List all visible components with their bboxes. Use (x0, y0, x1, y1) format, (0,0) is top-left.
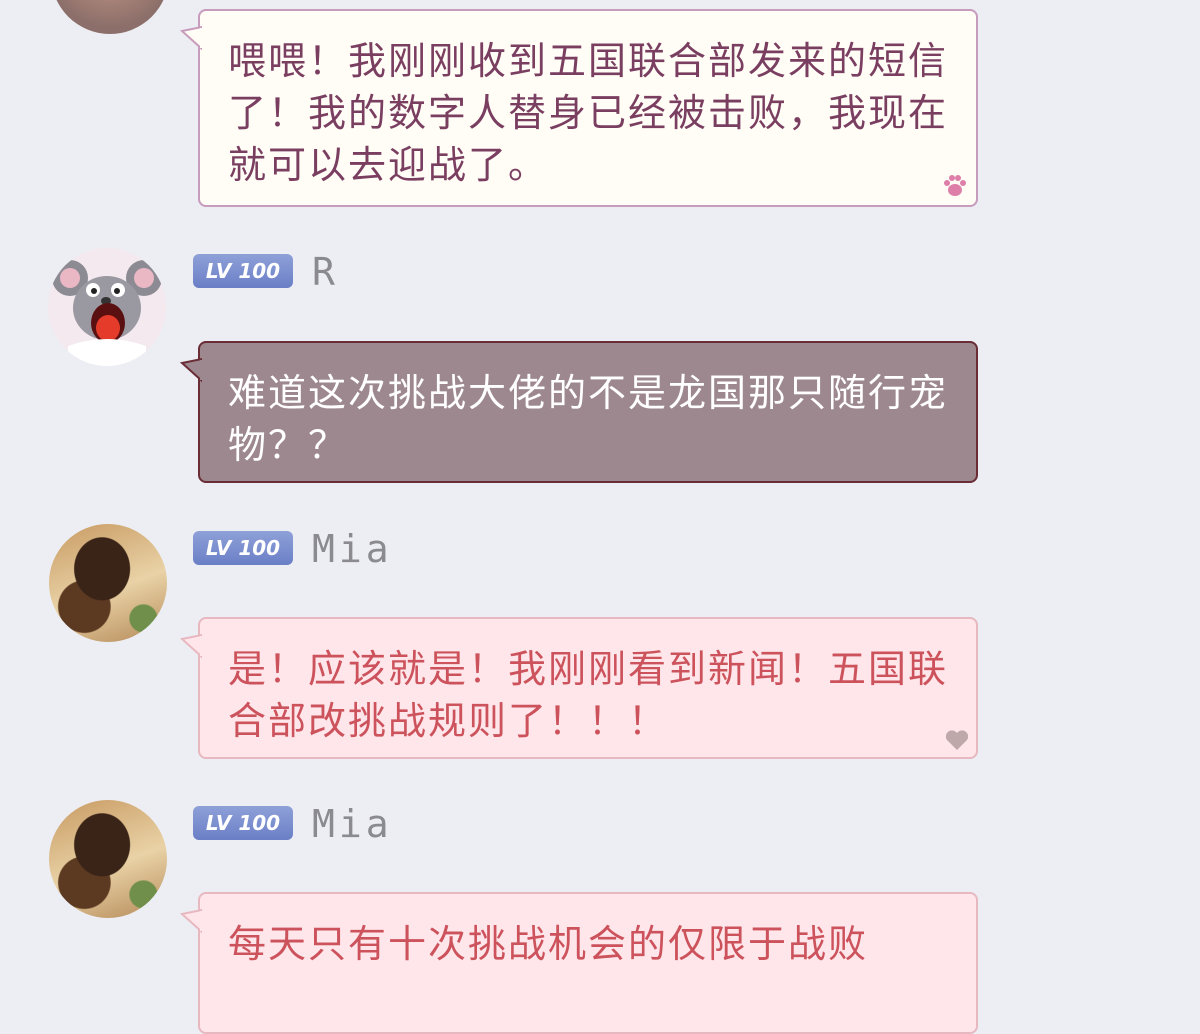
bubble-tail (180, 25, 202, 51)
message-bubble: 喂喂！我刚刚收到五国联合部发来的短信了！我的数字人替身已经被击败，我现在就可以去… (180, 9, 978, 207)
mouse-avatar-icon (48, 248, 166, 366)
avatar[interactable] (49, 800, 167, 918)
message-bubble: 难道这次挑战大佬的不是龙国那只随行宠物？？ (180, 341, 978, 483)
bubble-tail (180, 633, 202, 659)
heart-icon (945, 730, 969, 750)
avatar[interactable] (48, 248, 166, 366)
message-text: 是！应该就是！我刚刚看到新闻！五国联合部改挑战规则了！！！ (228, 647, 949, 743)
message-bubble: 每天只有十次挑战机会的仅限于战败 (180, 892, 978, 1034)
username[interactable]: R (312, 250, 339, 294)
avatar[interactable] (51, 0, 169, 34)
level-badge: LV 100 (193, 806, 293, 840)
username[interactable]: Mia (312, 527, 393, 571)
level-badge: LV 100 (193, 254, 293, 288)
bubble-tail (180, 357, 202, 383)
message-text: 每天只有十次挑战机会的仅限于战败 (228, 922, 869, 966)
paw-icon (944, 175, 966, 196)
bubble-tail (180, 908, 202, 934)
username[interactable]: Mia (312, 802, 393, 846)
message-bubble: 是！应该就是！我刚刚看到新闻！五国联合部改挑战规则了！！！ (180, 617, 978, 759)
message-text: 难道这次挑战大佬的不是龙国那只随行宠物？？ (228, 371, 949, 467)
avatar[interactable] (49, 524, 167, 642)
message-text: 喂喂！我刚刚收到五国联合部发来的短信了！我的数字人替身已经被击败，我现在就可以去… (228, 39, 949, 187)
level-badge: LV 100 (193, 531, 293, 565)
